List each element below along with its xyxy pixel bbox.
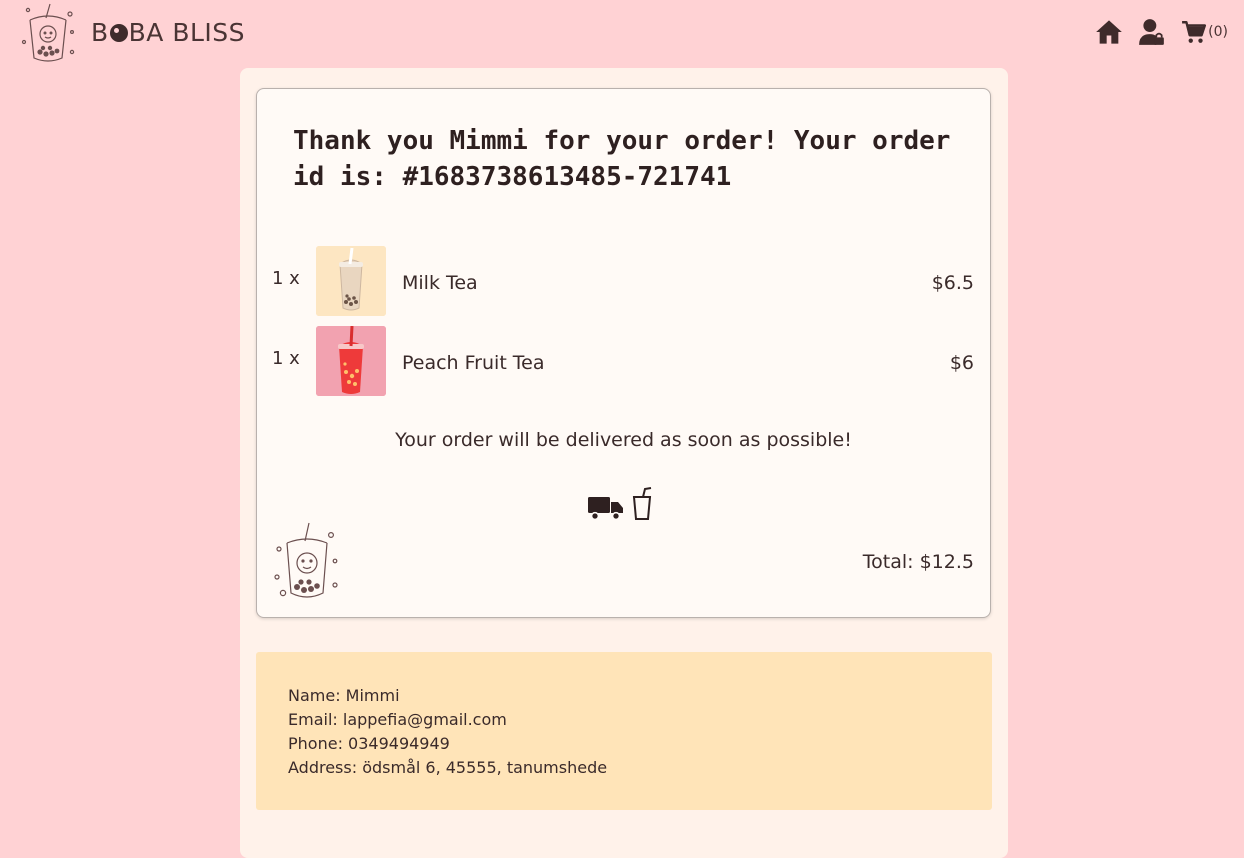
brand-name[interactable]: B BA BLISS: [91, 18, 245, 47]
item-name: Peach Fruit Tea: [402, 352, 545, 374]
nav-icons: (0): [1095, 18, 1228, 46]
brand-first-letter: B: [91, 18, 109, 47]
item-price: $6: [949, 352, 974, 374]
boba-illustration-icon: [273, 521, 343, 603]
boba-dot-icon: [109, 23, 128, 42]
order-total: Total: $12.5: [862, 551, 974, 573]
milk-tea-image: [316, 246, 386, 316]
customer-address: Address: ödsmål 6, 45555, tanumshede: [288, 758, 608, 777]
customer-email: Email: lappefia@gmail.com: [288, 710, 507, 729]
cart-button[interactable]: (0): [1181, 19, 1228, 45]
order-panel: Thank you Mimmi for your order! Your ord…: [240, 68, 1008, 858]
order-item: 1 x Milk Tea $6.5: [257, 246, 990, 316]
delivery-message: Your order will be delivered as soon as …: [395, 429, 852, 451]
item-name: Milk Tea: [402, 272, 478, 294]
customer-name: Name: Mimmi: [288, 686, 400, 705]
cart-icon: [1181, 19, 1207, 45]
item-price: $6.5: [931, 272, 974, 294]
order-confirmation-card: Thank you Mimmi for your order! Your ord…: [256, 88, 991, 618]
truck-icon: [588, 495, 624, 525]
drink-cup-icon: [630, 487, 654, 525]
order-heading: Thank you Mimmi for your order! Your ord…: [293, 126, 951, 192]
user-icon[interactable]: [1139, 18, 1165, 46]
home-icon[interactable]: [1095, 19, 1123, 45]
peach-fruit-tea-image: [316, 326, 386, 396]
order-item: 1 x Peach Fruit Tea $6: [257, 326, 990, 396]
item-quantity: 1 x: [272, 348, 300, 369]
cart-count: (0): [1208, 24, 1228, 40]
customer-details: Name: Mimmi Email: lappefia@gmail.com Ph…: [256, 652, 992, 810]
item-quantity: 1 x: [272, 268, 300, 289]
top-bar: B BA BLISS (0): [0, 0, 1244, 68]
customer-phone: Phone: 0349494949: [288, 734, 450, 753]
boba-logo-icon[interactable]: [20, 2, 76, 66]
brand-rest: BA BLISS: [128, 18, 246, 47]
delivery-icons: [588, 487, 654, 525]
